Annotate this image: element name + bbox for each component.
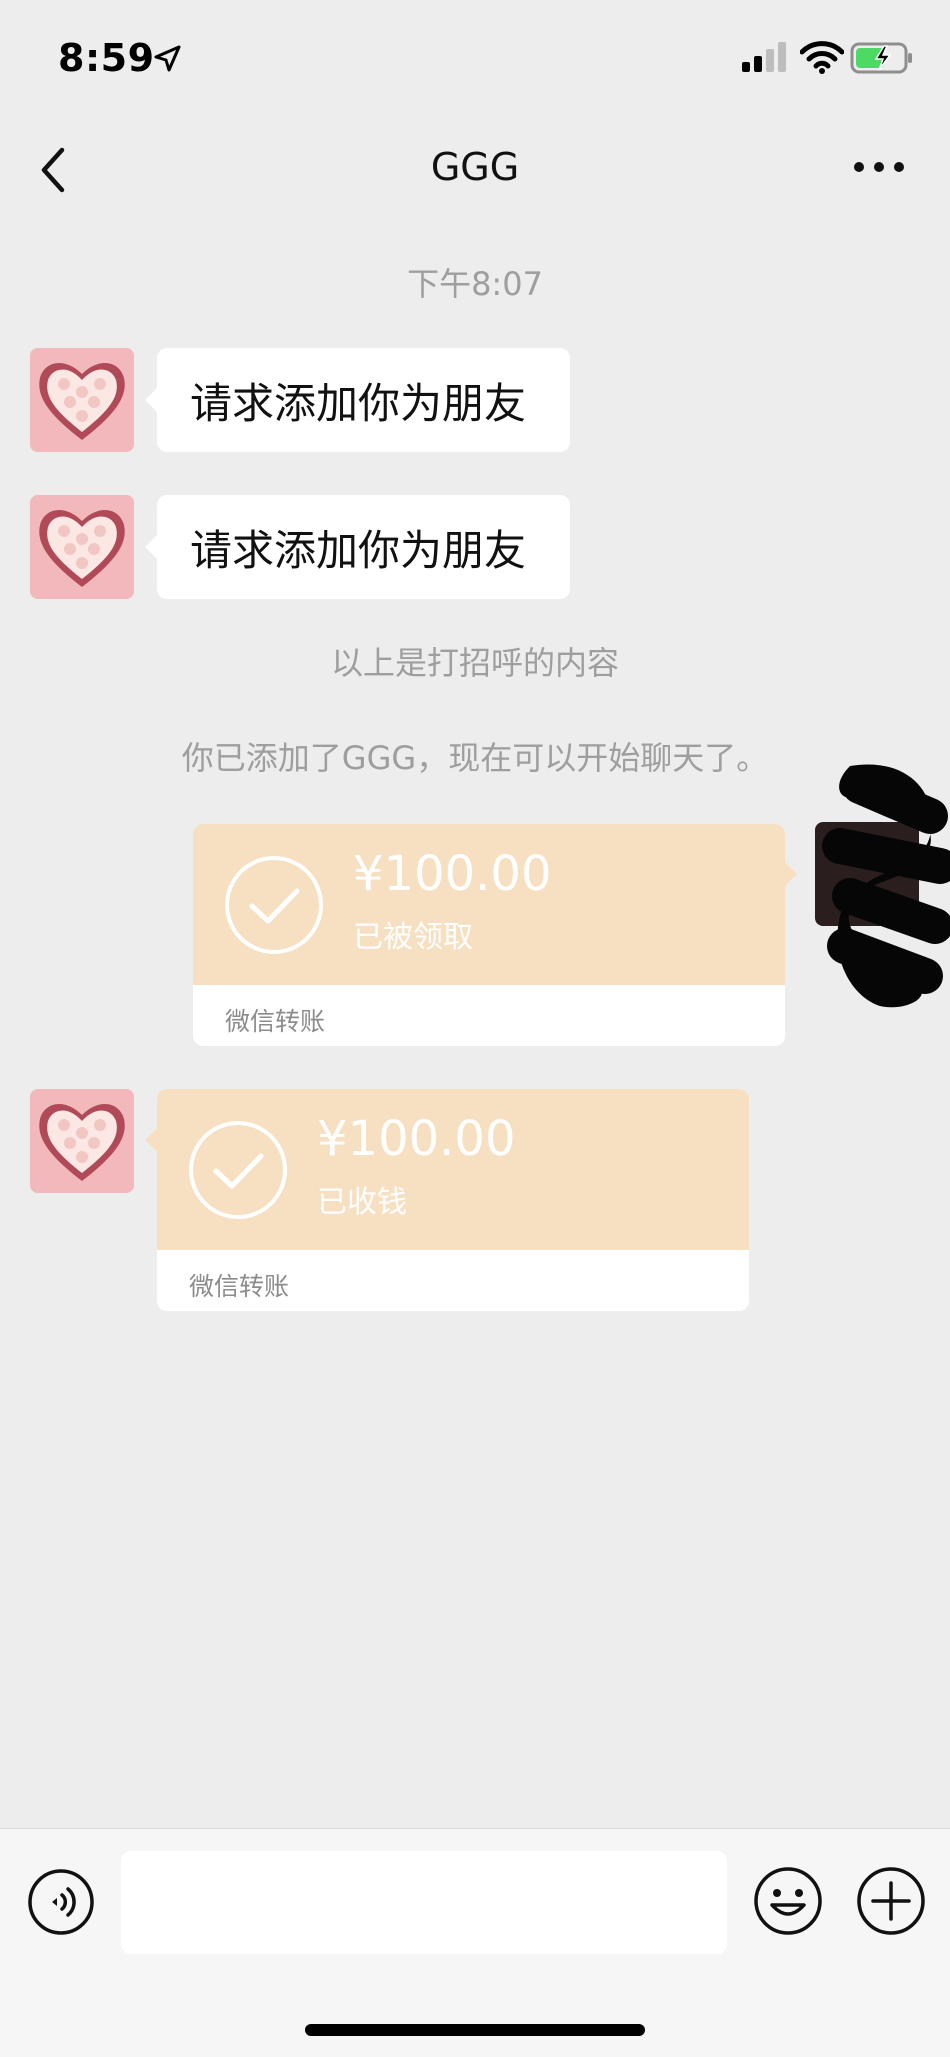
bubble-tail [785, 862, 797, 886]
home-indicator[interactable] [305, 2024, 645, 2036]
cellular-signal-icon [742, 42, 786, 72]
status-time: 8:59 [58, 36, 155, 80]
transfer-card[interactable]: ¥100.00 已被领取 微信转账 [193, 824, 785, 1046]
voice-input-icon[interactable] [26, 1867, 96, 1937]
message-input[interactable] [121, 1851, 727, 1954]
message-bubble[interactable]: 请求添加你为朋友 [145, 348, 570, 452]
transfer-status: 已收钱 [317, 1185, 407, 1220]
transfer-amount: ¥100.00 [353, 846, 552, 902]
heart-avatar-icon [30, 1089, 134, 1193]
system-note: 以上是打招呼的内容 [330, 644, 619, 682]
transfer-status: 已被领取 [353, 920, 473, 955]
redaction-scribble [822, 764, 950, 1008]
heart-avatar-icon [30, 495, 134, 599]
message-text: 请求添加你为朋友 [190, 378, 527, 428]
battery-charging-icon [850, 42, 912, 74]
message-text: 请求添加你为朋友 [190, 525, 527, 575]
bubble-tail [145, 1128, 157, 1152]
transfer-label: 微信转账 [189, 1272, 290, 1301]
emoji-icon[interactable] [752, 1865, 824, 1937]
location-arrow-icon [154, 45, 181, 72]
transfer-label: 微信转账 [225, 1007, 326, 1036]
chat-timestamp: 下午8:07 [407, 265, 543, 303]
contact-avatar[interactable] [30, 495, 134, 599]
contact-avatar[interactable] [30, 1089, 134, 1193]
check-circle-icon [225, 856, 323, 954]
more-dots-icon[interactable] [852, 150, 906, 184]
contact-avatar[interactable] [30, 348, 134, 452]
check-circle-icon [189, 1121, 287, 1219]
message-bubble[interactable]: 请求添加你为朋友 [145, 495, 570, 599]
chat-title: GGG [430, 145, 520, 189]
system-note: 你已添加了GGG，现在可以开始聊天了。 [181, 739, 769, 777]
plus-circle-icon[interactable] [855, 1865, 927, 1937]
transfer-card[interactable]: ¥100.00 已收钱 微信转账 [157, 1089, 749, 1311]
wifi-icon [800, 41, 844, 74]
transfer-amount: ¥100.00 [317, 1111, 516, 1167]
heart-avatar-icon [30, 348, 134, 452]
